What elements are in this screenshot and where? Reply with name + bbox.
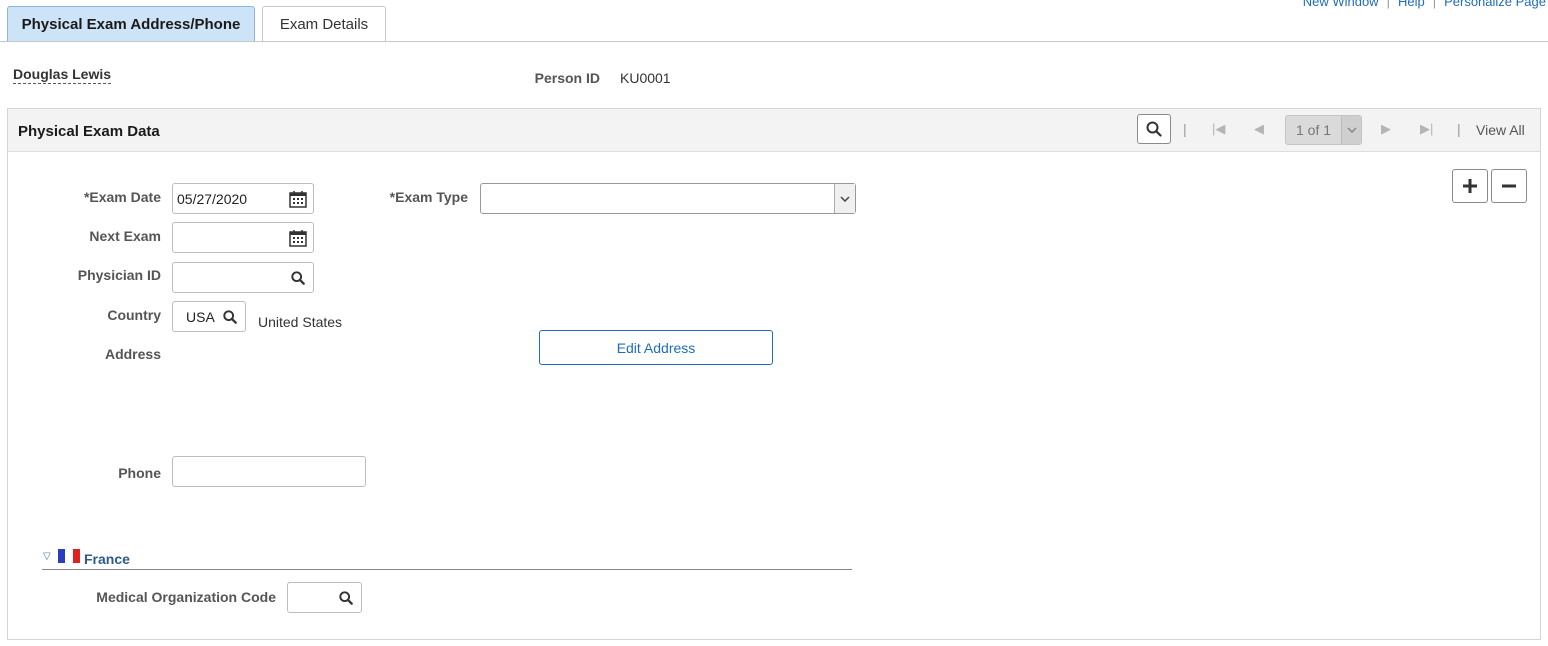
exam-date-label: *Exam Date [83, 189, 161, 205]
search-icon[interactable] [336, 588, 356, 608]
pager-text: 1 of 1 [1295, 122, 1332, 138]
tab-physical-exam-address-phone[interactable]: Physical Exam Address/Phone [7, 6, 255, 42]
previous-page-icon[interactable]: ◀ [1254, 121, 1264, 137]
view-all-link[interactable]: View All [1476, 122, 1525, 138]
search-icon [1146, 121, 1162, 137]
physician-id-label: Physician ID [77, 267, 161, 283]
plus-icon [1463, 179, 1477, 193]
delete-row-button[interactable] [1491, 169, 1527, 203]
france-section-header[interactable] [42, 547, 852, 570]
last-page-icon[interactable]: ▶| [1420, 121, 1433, 137]
person-name[interactable]: Douglas Lewis [13, 66, 112, 84]
help-link[interactable]: Help [1398, 0, 1425, 9]
chevron-down-icon [834, 184, 855, 213]
nav-separator: | [1183, 121, 1187, 137]
calendar-icon[interactable] [288, 228, 308, 248]
phone-label: Phone [118, 465, 161, 481]
medical-organization-code-field[interactable] [287, 582, 362, 613]
exam-type-label: *Exam Type [389, 189, 468, 205]
person-id-value: KU0001 [620, 70, 671, 86]
nav-separator: | [1457, 121, 1461, 137]
person-id-label: Person ID [534, 70, 600, 86]
next-exam-field[interactable] [172, 222, 314, 253]
tab-label: Physical Exam Address/Phone [21, 16, 241, 33]
find-button[interactable] [1137, 114, 1171, 144]
exam-date-field[interactable]: 05/27/2020 [172, 183, 314, 214]
tab-exam-details[interactable]: Exam Details [262, 6, 386, 42]
search-icon[interactable] [288, 268, 308, 288]
personalize-page-link[interactable]: Personalize Page [1444, 0, 1546, 9]
tab-divider [0, 41, 1548, 42]
add-row-button[interactable] [1452, 169, 1488, 203]
france-flag-icon [58, 549, 80, 563]
new-window-link[interactable]: New Window [1303, 0, 1379, 9]
country-field[interactable]: USA [172, 301, 246, 332]
next-page-icon[interactable]: ▶ [1381, 121, 1391, 137]
country-label: Country [107, 307, 161, 323]
country-value: USA [186, 308, 215, 325]
first-page-icon[interactable]: |◀ [1212, 121, 1225, 137]
minus-icon [1502, 184, 1516, 188]
country-description: United States [258, 314, 343, 330]
collapse-triangle-icon[interactable]: ▽ [43, 551, 51, 562]
address-label: Address [104, 346, 161, 362]
exam-date-value: 05/27/2020 [177, 190, 248, 207]
edit-address-button[interactable]: Edit Address [539, 330, 773, 365]
tab-label: Exam Details [279, 16, 369, 33]
phone-field[interactable] [172, 456, 366, 487]
medical-organization-code-label: Medical Organization Code [96, 589, 276, 605]
calendar-icon[interactable] [288, 189, 308, 209]
chevron-down-icon [1341, 116, 1361, 144]
search-icon[interactable] [220, 307, 240, 327]
next-exam-label: Next Exam [89, 228, 161, 244]
france-section-label[interactable]: France [84, 551, 130, 567]
group-title: Physical Exam Data [18, 123, 160, 140]
row-pager-select[interactable]: 1 of 1 [1285, 115, 1362, 145]
exam-type-select[interactable] [480, 183, 856, 214]
top-links: New Window | Help | Personalize Page [1303, 0, 1546, 9]
physician-id-field[interactable] [172, 262, 314, 293]
